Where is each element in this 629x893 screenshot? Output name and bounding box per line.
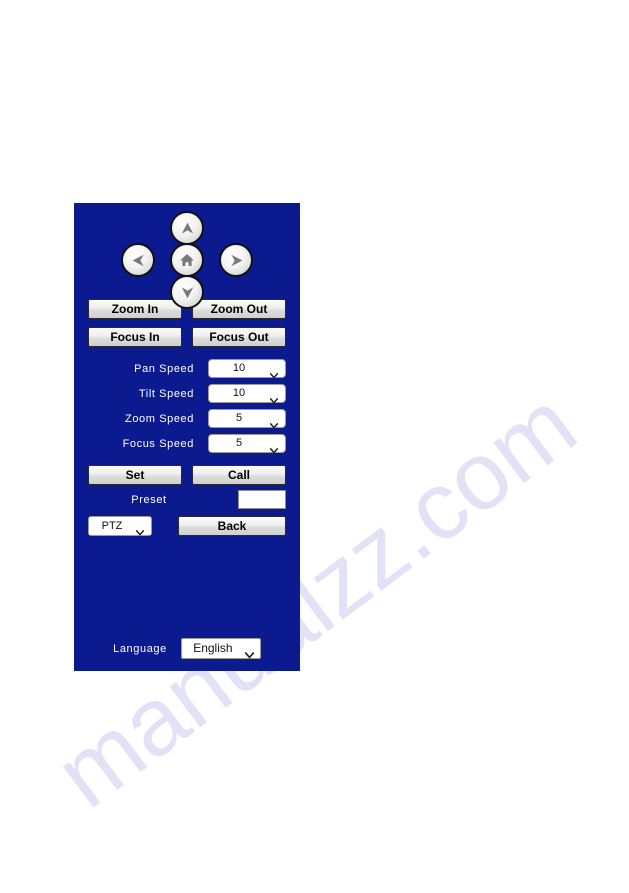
focus-speed-row: Focus Speed 5 <box>88 434 286 454</box>
focus-in-button[interactable]: Focus In <box>88 327 182 347</box>
mode-and-back-row: PTZ Back <box>74 509 300 536</box>
control-mode-select[interactable]: PTZ <box>88 516 152 536</box>
pan-speed-label: Pan Speed <box>134 362 194 375</box>
preset-action-row: Set Call <box>74 459 300 485</box>
arrow-right-icon <box>228 252 245 269</box>
back-button[interactable]: Back <box>178 516 286 536</box>
chevron-down-icon <box>269 391 279 404</box>
preset-label: Preset <box>131 493 167 506</box>
tilt-speed-row: Tilt Speed 10 <box>88 384 286 404</box>
language-label: Language <box>113 642 167 655</box>
focus-speed-select[interactable]: 5 <box>208 434 286 454</box>
zoom-out-button[interactable]: Zoom Out <box>192 299 286 319</box>
call-preset-button[interactable]: Call <box>192 465 286 485</box>
zoom-in-button[interactable]: Zoom In <box>88 299 182 319</box>
chevron-down-icon <box>269 416 279 429</box>
preset-input[interactable] <box>238 490 286 509</box>
focus-speed-label: Focus Speed <box>122 437 194 450</box>
set-preset-button[interactable]: Set <box>88 465 182 485</box>
arrow-left-icon <box>130 252 147 269</box>
zoom-speed-label: Zoom Speed <box>125 412 194 425</box>
language-select[interactable]: English <box>180 638 261 659</box>
focus-out-button[interactable]: Focus Out <box>192 327 286 347</box>
pan-speed-row: Pan Speed 10 <box>88 359 286 379</box>
home-button[interactable] <box>170 243 204 277</box>
tilt-speed-label: Tilt Speed <box>138 387 194 400</box>
preset-row: Preset <box>74 485 300 509</box>
chevron-down-icon <box>269 441 279 454</box>
pan-left-button[interactable] <box>121 243 155 277</box>
arrow-up-icon <box>179 220 196 237</box>
pan-down-button[interactable] <box>170 275 204 309</box>
zoom-speed-row: Zoom Speed 5 <box>88 409 286 429</box>
home-icon <box>179 252 195 268</box>
pan-speed-select[interactable]: 10 <box>208 359 286 379</box>
chevron-down-icon <box>135 523 145 536</box>
focus-button-row: Focus In Focus Out <box>74 327 300 347</box>
chevron-down-icon <box>269 366 279 379</box>
speed-settings-list: Pan Speed 10 Tilt Speed 10 Zoom Speed 5 <box>74 355 300 454</box>
ptz-control-panel: Zoom In Zoom Out Focus In Focus Out Pan … <box>74 203 300 671</box>
pan-right-button[interactable] <box>219 243 253 277</box>
zoom-speed-select[interactable]: 5 <box>208 409 286 429</box>
tilt-speed-select[interactable]: 10 <box>208 384 286 404</box>
language-row: Language English <box>74 638 300 659</box>
direction-pad <box>74 203 300 309</box>
chevron-down-icon <box>244 646 255 659</box>
pan-up-button[interactable] <box>170 211 204 245</box>
arrow-down-icon <box>179 284 196 301</box>
